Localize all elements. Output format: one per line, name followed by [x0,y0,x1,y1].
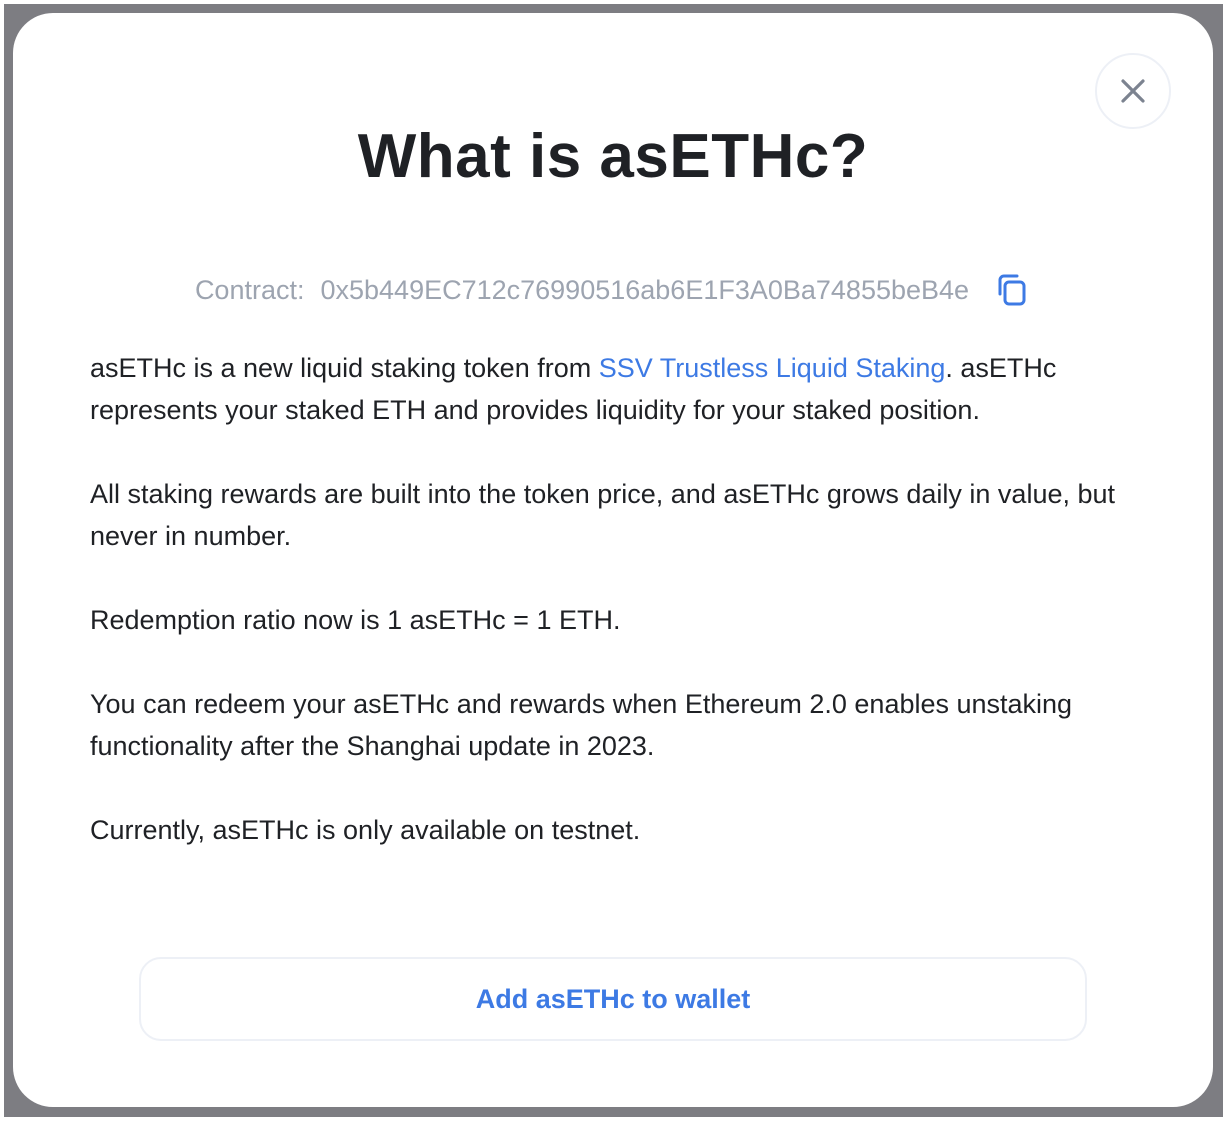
description: asETHc is a new liquid staking token fro… [90,347,1130,893]
paragraph-ratio: Redemption ratio now is 1 asETHc = 1 ETH… [90,605,621,635]
intro-text: asETHc is a new liquid staking token fro… [90,353,599,383]
add-to-wallet-button[interactable]: Add asETHc to wallet [139,957,1087,1041]
paragraph-testnet: Currently, asETHc is only available on t… [90,815,641,845]
info-modal: What is asETHc? Contract: 0x5b449EC712c7… [13,13,1213,1107]
paragraph-intro: asETHc is a new liquid staking token fro… [90,347,1130,431]
copy-icon [998,274,1026,306]
contract-label: Contract: [194,274,305,305]
contract-row: Contract: 0x5b449EC712c76990516ab6E1F3A0… [13,268,1213,312]
paragraph-redeem: You can redeem your asETHc and rewards w… [90,689,1073,761]
ssv-staking-link[interactable]: SSV Trustless Liquid Staking [599,353,946,383]
copy-address-button[interactable] [991,270,1031,310]
paragraph-rewards: All staking rewards are built into the t… [90,479,1116,551]
close-icon [1121,79,1145,103]
modal-title: What is asETHc? [357,122,869,191]
contract-address: 0x5b449EC712c76990516ab6E1F3A0Ba74855beB… [320,274,970,305]
